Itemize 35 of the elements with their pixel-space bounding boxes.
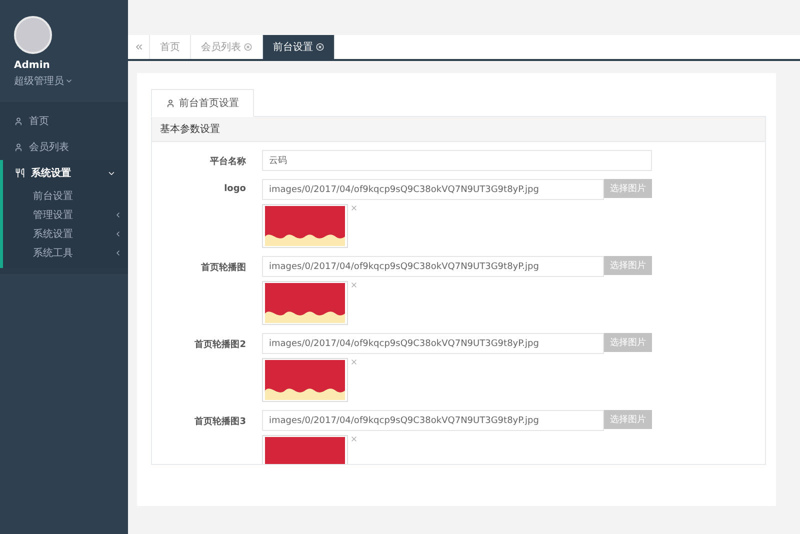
remove-icon[interactable] [350, 435, 358, 443]
field-label: 首页轮播图2 [194, 338, 246, 352]
submenu-item[interactable]: 系统工具 [3, 243, 128, 262]
caret-icon [65, 77, 73, 85]
remove-icon[interactable] [350, 281, 358, 289]
field-label: 平台名称 [209, 155, 246, 169]
remove-icon[interactable] [350, 358, 358, 366]
user-name: Admin [14, 60, 51, 71]
submenu-item[interactable]: 管理设置 [3, 205, 128, 224]
chevron-left-icon [114, 248, 122, 256]
field-label: logo [223, 183, 246, 196]
chevron-left-icon [114, 210, 122, 218]
section-tab[interactable]: 前台首页设置 [151, 89, 254, 117]
field-label: 首页轮播图 [200, 262, 246, 275]
user-icon [14, 142, 23, 152]
image-path-input[interactable]: images/0/2017/04/of9kqcp9sQ9C38okVQ7N9UT3G9t8yP.jpg [262, 256, 604, 277]
avatar[interactable] [14, 16, 52, 54]
remove-icon[interactable] [350, 204, 358, 212]
user-icon [14, 116, 23, 126]
panel-title: 基本参数设置 [152, 117, 765, 142]
field-label: 首页轮播图3 [194, 416, 246, 429]
submenu-item[interactable]: 前台设置 [3, 186, 128, 205]
image-path-input[interactable]: images/0/2017/04/of9kqcp9sQ9C38okVQ7N9UT3G9t8yP.jpg [262, 179, 604, 200]
text-input[interactable]: 云码 [262, 150, 652, 171]
page-tab[interactable]: 前台设置 [263, 35, 335, 59]
double-chevron-left-icon [134, 42, 144, 52]
user-icon [166, 98, 175, 108]
submenu-item[interactable]: 系统设置 [3, 224, 128, 243]
image-path-input[interactable]: images/0/2017/04/of9kqcp9sQ9C38okVQ7N9UT3G9t8yP.jpg [262, 410, 604, 431]
utensils-icon [15, 168, 25, 178]
image-path-input[interactable]: images/0/2017/04/of9kqcp9sQ9C38okVQ7N9UT3G9t8yP.jpg [262, 333, 604, 354]
chevron-left-icon [114, 230, 122, 238]
sidebar-item[interactable]: 会员列表 [0, 134, 128, 160]
sidebar-item[interactable]: 首页 [0, 108, 128, 134]
user-role[interactable]: 超级管理员 [14, 74, 114, 88]
